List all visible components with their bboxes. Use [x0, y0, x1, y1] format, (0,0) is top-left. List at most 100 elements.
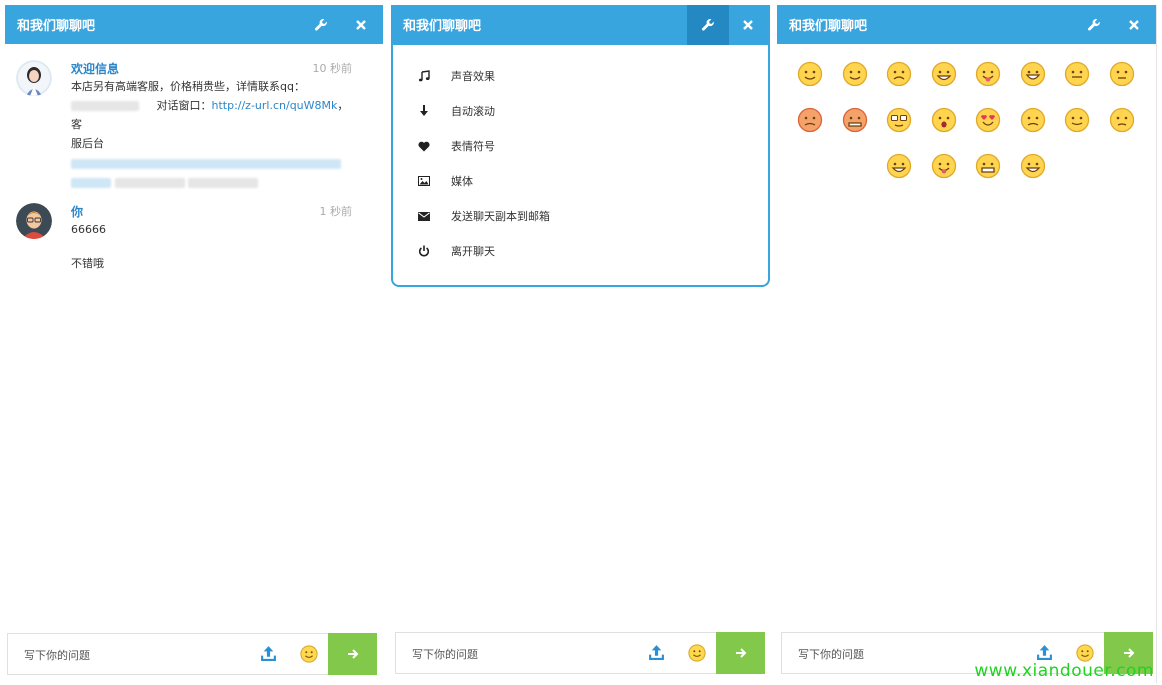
upload-icon — [261, 646, 276, 661]
wrench-icon — [1087, 18, 1100, 30]
chat-header: 和我们聊聊吧 — [391, 5, 770, 51]
message-input[interactable]: 写下你的问题 — [412, 646, 478, 662]
emoji-sad-icon[interactable] — [1020, 107, 1046, 133]
settings-menu: 声音效果 自动滚动 表情符号 媒体 发送聊天副本到邮箱 离开聊天 — [391, 45, 770, 287]
menu-item-label: 媒体 — [451, 175, 473, 188]
sender-name: 欢迎信息 — [71, 62, 120, 76]
message-line: 不错哦 — [71, 257, 104, 270]
redacted-text — [188, 178, 258, 188]
menu-item-label: 表情符号 — [451, 140, 495, 153]
chat-link[interactable]: http://z-url.cn/quW8Mk — [211, 99, 337, 112]
redacted-text — [114, 178, 185, 188]
close-button[interactable] — [341, 5, 381, 44]
user-avatar — [16, 203, 52, 239]
emoji-sad2-icon[interactable] — [1109, 107, 1135, 133]
message-welcome: 欢迎信息 10 秒前 本店另有高端客服，价格稍贵些，详情联系qq： 对话窗口：h… — [16, 60, 353, 188]
agent-avatar — [16, 60, 52, 96]
emoji-tongue-icon[interactable] — [931, 153, 957, 179]
emoji-frown-icon[interactable] — [886, 61, 912, 87]
emoji-surprised-icon[interactable] — [931, 107, 957, 133]
message-text: 对话窗口： — [156, 99, 212, 112]
upload-button[interactable] — [648, 644, 665, 665]
settings-button[interactable] — [1074, 5, 1114, 44]
chat-header: 和我们聊聊吧 — [777, 5, 1156, 44]
emoji-button[interactable] — [688, 644, 706, 666]
smile-icon — [300, 645, 318, 663]
emoji-grin-icon[interactable] — [886, 153, 912, 179]
chat-title: 和我们聊聊吧 — [403, 19, 482, 34]
send-button[interactable] — [716, 632, 765, 674]
redacted-link — [71, 159, 341, 169]
chat-header: 和我们聊聊吧 — [5, 5, 383, 44]
arrow-down-icon — [417, 104, 431, 118]
smile-icon — [688, 644, 706, 662]
menu-item-email[interactable]: 发送聊天副本到邮箱 — [417, 206, 550, 226]
emoji-angry2-icon[interactable] — [842, 107, 868, 133]
menu-item-sound[interactable]: 声音效果 — [417, 66, 495, 86]
wrench-icon — [701, 19, 714, 31]
sender-name: 你 — [71, 205, 84, 219]
emoji-glasses-icon[interactable] — [886, 107, 912, 133]
emoji-flat-icon[interactable] — [1109, 61, 1135, 87]
chat-title: 和我们聊聊吧 — [789, 19, 868, 34]
emoji-smile-icon[interactable] — [797, 61, 823, 87]
message-body: 66666 不错哦 — [71, 220, 353, 273]
emoji-love-icon[interactable] — [975, 107, 1001, 133]
envelope-icon — [417, 209, 431, 223]
arrow-right-icon — [1123, 648, 1134, 658]
menu-item-label: 声音效果 — [451, 70, 495, 83]
message-input[interactable]: 写下你的问题 — [798, 646, 864, 662]
heart-icon — [417, 139, 431, 153]
emoji-teeth-icon[interactable] — [975, 153, 1001, 179]
message-user: 你 1 秒前 66666 不错哦 — [16, 203, 352, 283]
message-input[interactable]: 写下你的问题 — [24, 647, 90, 663]
emoji-neutral-icon[interactable] — [1064, 61, 1090, 87]
redacted-text — [71, 101, 139, 111]
message-input-bar: 写下你的问题 — [7, 633, 377, 675]
emoji-button[interactable] — [300, 645, 318, 667]
menu-item-autoscroll[interactable]: 自动滚动 — [417, 101, 495, 121]
settings-button-active[interactable] — [687, 5, 729, 51]
image-icon — [417, 174, 431, 188]
upload-button[interactable] — [260, 645, 277, 666]
upload-icon — [649, 645, 664, 660]
music-note-icon — [417, 69, 431, 83]
power-icon — [417, 244, 431, 258]
chat-title: 和我们聊聊吧 — [17, 19, 96, 34]
message-body: 本店另有高端客服，价格稍贵些，详情联系qq： 对话窗口：http://z-url… — [71, 77, 353, 192]
message-line: 服后台 — [71, 137, 104, 150]
watermark: www.xiandouer.com — [974, 661, 1154, 681]
close-button[interactable] — [728, 5, 768, 45]
menu-item-leave[interactable]: 离开聊天 — [417, 241, 495, 261]
close-button[interactable] — [1114, 5, 1154, 44]
emoji-wink-icon[interactable] — [1064, 107, 1090, 133]
send-button[interactable] — [328, 633, 377, 675]
emoji-laugh-icon[interactable] — [1020, 153, 1046, 179]
emoji-angry-icon[interactable] — [797, 107, 823, 133]
arrow-right-icon — [347, 649, 358, 659]
chat-panel-messages: 和我们聊聊吧 欢迎信息 10 秒前 本店另有高端客服，价格稍贵些，详情联系qq： — [5, 5, 383, 683]
close-icon — [743, 20, 753, 30]
emoji-smile-icon[interactable] — [842, 61, 868, 87]
emoji-grin-icon[interactable] — [931, 61, 957, 87]
upload-icon — [1037, 645, 1052, 660]
chat-panel-emoji: 和我们聊聊吧 写下你的问题 — [777, 5, 1157, 683]
message-time: 1 秒前 — [319, 205, 353, 218]
message-line — [71, 173, 353, 192]
menu-item-media[interactable]: 媒体 — [417, 171, 473, 191]
menu-item-emoji[interactable]: 表情符号 — [417, 136, 495, 156]
menu-item-label: 自动滚动 — [451, 105, 495, 118]
settings-button[interactable] — [301, 5, 341, 44]
smile-icon — [1076, 644, 1094, 662]
message-line: 对话窗口：http://z-url.cn/quW8Mk，客 — [71, 96, 353, 134]
message-line: 66666 — [71, 223, 106, 236]
emoji-tongue-icon[interactable] — [975, 61, 1001, 87]
message-time: 10 秒前 — [312, 62, 353, 75]
emoji-bigsmile-icon[interactable] — [1020, 61, 1046, 87]
menu-item-label: 发送聊天副本到邮箱 — [451, 210, 550, 223]
chat-panel-settings: 和我们聊聊吧 声音效果 自动滚动 表情符号 媒体 发送聊天副本到邮箱 离开聊天 … — [391, 5, 770, 683]
message-input-bar: 写下你的问题 — [395, 632, 765, 674]
close-icon — [356, 19, 366, 30]
redacted-link — [71, 178, 111, 188]
menu-item-label: 离开聊天 — [451, 245, 495, 258]
